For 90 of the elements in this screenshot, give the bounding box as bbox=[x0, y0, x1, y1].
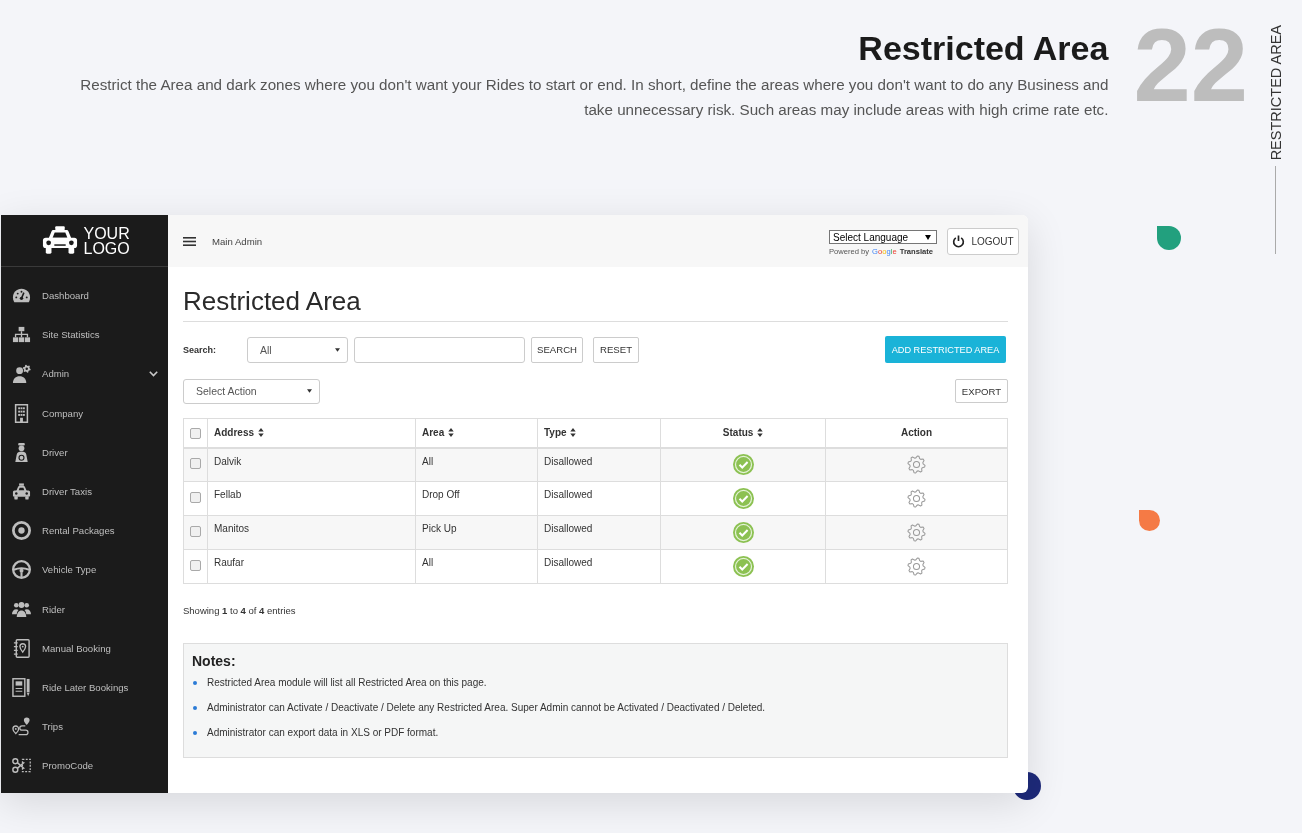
row-checkbox[interactable] bbox=[190, 525, 201, 537]
select-all-checkbox[interactable] bbox=[190, 427, 201, 439]
section-number: 22 bbox=[1133, 14, 1248, 117]
row-checkbox[interactable] bbox=[190, 458, 201, 470]
table-cell: Disallowed bbox=[537, 447, 661, 482]
side-label: RESTRICTED AREA bbox=[1266, 25, 1285, 161]
logo-text: YOUR LOGO bbox=[83, 225, 131, 256]
sort-icon bbox=[448, 428, 454, 438]
target-icon bbox=[12, 521, 31, 541]
building-icon bbox=[12, 403, 31, 423]
column-header: Action bbox=[825, 418, 1008, 448]
people-icon bbox=[12, 599, 31, 619]
bullet-icon bbox=[193, 730, 197, 735]
sidebar-item[interactable]: Site Statistics bbox=[1, 315, 168, 355]
sidebar-item[interactable]: Driver Taxis bbox=[1, 471, 168, 512]
bullet-icon bbox=[193, 705, 197, 710]
notes-title: Notes: bbox=[192, 652, 237, 670]
settings-icon[interactable] bbox=[907, 489, 926, 508]
table-cell: Drop Off bbox=[415, 481, 538, 516]
check-circle-icon[interactable] bbox=[732, 488, 754, 509]
scissors-icon bbox=[12, 756, 31, 776]
sidebar-item[interactable]: Ride Later Bookings bbox=[1, 667, 168, 708]
sitemap-icon bbox=[12, 325, 31, 345]
taxi-logo-icon bbox=[41, 226, 78, 255]
sidebar-item[interactable]: Manual Booking bbox=[1, 628, 168, 668]
row-checkbox[interactable] bbox=[190, 491, 201, 503]
table-cell: Raufar bbox=[207, 549, 416, 584]
settings-icon[interactable] bbox=[907, 523, 926, 542]
user-gear-icon bbox=[12, 364, 31, 384]
table-cell: Disallowed bbox=[537, 481, 661, 516]
sidebar-item[interactable]: Driver bbox=[1, 432, 168, 472]
check-circle-icon[interactable] bbox=[732, 522, 754, 543]
note-item: Administrator can Activate / Deactivate / Delete any Restricted Area. Super Admin cannot be Activated / Deactivated / Deleted. bbox=[207, 702, 766, 713]
person-icon bbox=[12, 442, 31, 462]
section-title: Restricted Area bbox=[857, 28, 1109, 68]
notebook-pen-icon bbox=[12, 677, 31, 697]
table-cell: Pick Up bbox=[415, 515, 538, 550]
note-item: Administrator can export data in XLS or PDF format. bbox=[207, 727, 439, 738]
search-button[interactable]: SEARCH bbox=[531, 336, 583, 363]
caret-icon bbox=[335, 347, 340, 352]
route-icon bbox=[12, 717, 31, 737]
chevron-down-icon bbox=[149, 370, 158, 377]
bullet-icon bbox=[193, 680, 197, 685]
table-cell: Fellab bbox=[207, 481, 416, 516]
reset-button[interactable]: RESET bbox=[593, 336, 639, 363]
export-button[interactable]: EXPORT bbox=[955, 379, 1008, 403]
user-name: Main Admin bbox=[212, 235, 263, 247]
language-dropdown[interactable]: Select Language bbox=[829, 230, 937, 244]
check-circle-icon[interactable] bbox=[732, 556, 754, 577]
table-cell: Disallowed bbox=[537, 549, 661, 584]
sidebar-item[interactable]: Rental Packages bbox=[1, 511, 168, 551]
entries-summary: Showing 1 to 4 of 4 entries bbox=[183, 604, 297, 618]
book-pin-icon bbox=[12, 638, 31, 658]
column-header[interactable]: Area bbox=[415, 418, 538, 448]
sort-icon bbox=[257, 428, 264, 438]
table-cell: Manitos bbox=[207, 515, 416, 550]
menu-icon[interactable] bbox=[183, 236, 196, 246]
section-description: Restrict the Area and dark zones where you don't want your Rides to start or end. In short, define the areas where you don't want to do any Business and take unnecessary risk. Such areas may include areas with high crime rate etc. bbox=[79, 75, 1109, 120]
sidebar-item[interactable]: Vehicle Type bbox=[1, 550, 168, 590]
table-cell: Disallowed bbox=[537, 515, 661, 550]
settings-icon[interactable] bbox=[907, 455, 926, 475]
row-checkbox[interactable] bbox=[190, 559, 201, 571]
sidebar-item[interactable]: Company bbox=[1, 393, 168, 433]
column-header[interactable]: Type bbox=[537, 418, 661, 448]
search-label: Search: bbox=[183, 344, 218, 355]
sort-icon bbox=[757, 428, 764, 438]
sort-icon bbox=[570, 428, 577, 438]
sidebar-item[interactable]: Dashboard bbox=[1, 276, 168, 316]
note-item: Restricted Area module will list all Restricted Area on this page. bbox=[207, 677, 487, 688]
logout-button[interactable]: LOGOUT bbox=[947, 227, 1019, 255]
table-cell: All bbox=[415, 549, 538, 584]
sidebar-item[interactable]: Admin bbox=[1, 354, 168, 394]
search-field[interactable] bbox=[354, 336, 525, 363]
column-header[interactable]: Status bbox=[660, 418, 826, 448]
sidebar-item[interactable]: PromoCode bbox=[1, 746, 168, 786]
column-header[interactable]: Address bbox=[207, 418, 416, 448]
caret-icon bbox=[307, 389, 312, 393]
steering-wheel-icon bbox=[12, 560, 31, 580]
bulk-action-dropdown[interactable]: Select Action bbox=[183, 378, 320, 404]
sidebar-item[interactable]: Rider bbox=[1, 589, 168, 629]
power-icon bbox=[952, 234, 966, 248]
filter-dropdown[interactable]: All bbox=[247, 336, 348, 363]
check-circle-icon[interactable] bbox=[732, 454, 754, 476]
sidebar-item[interactable]: Trips bbox=[1, 707, 168, 747]
caret-icon bbox=[925, 234, 931, 240]
page-title: Restricted Area bbox=[183, 286, 1008, 322]
settings-icon[interactable] bbox=[907, 557, 926, 576]
table-cell: All bbox=[415, 447, 538, 482]
table-cell: Dalvik bbox=[207, 447, 416, 482]
taxi-icon bbox=[12, 482, 31, 502]
